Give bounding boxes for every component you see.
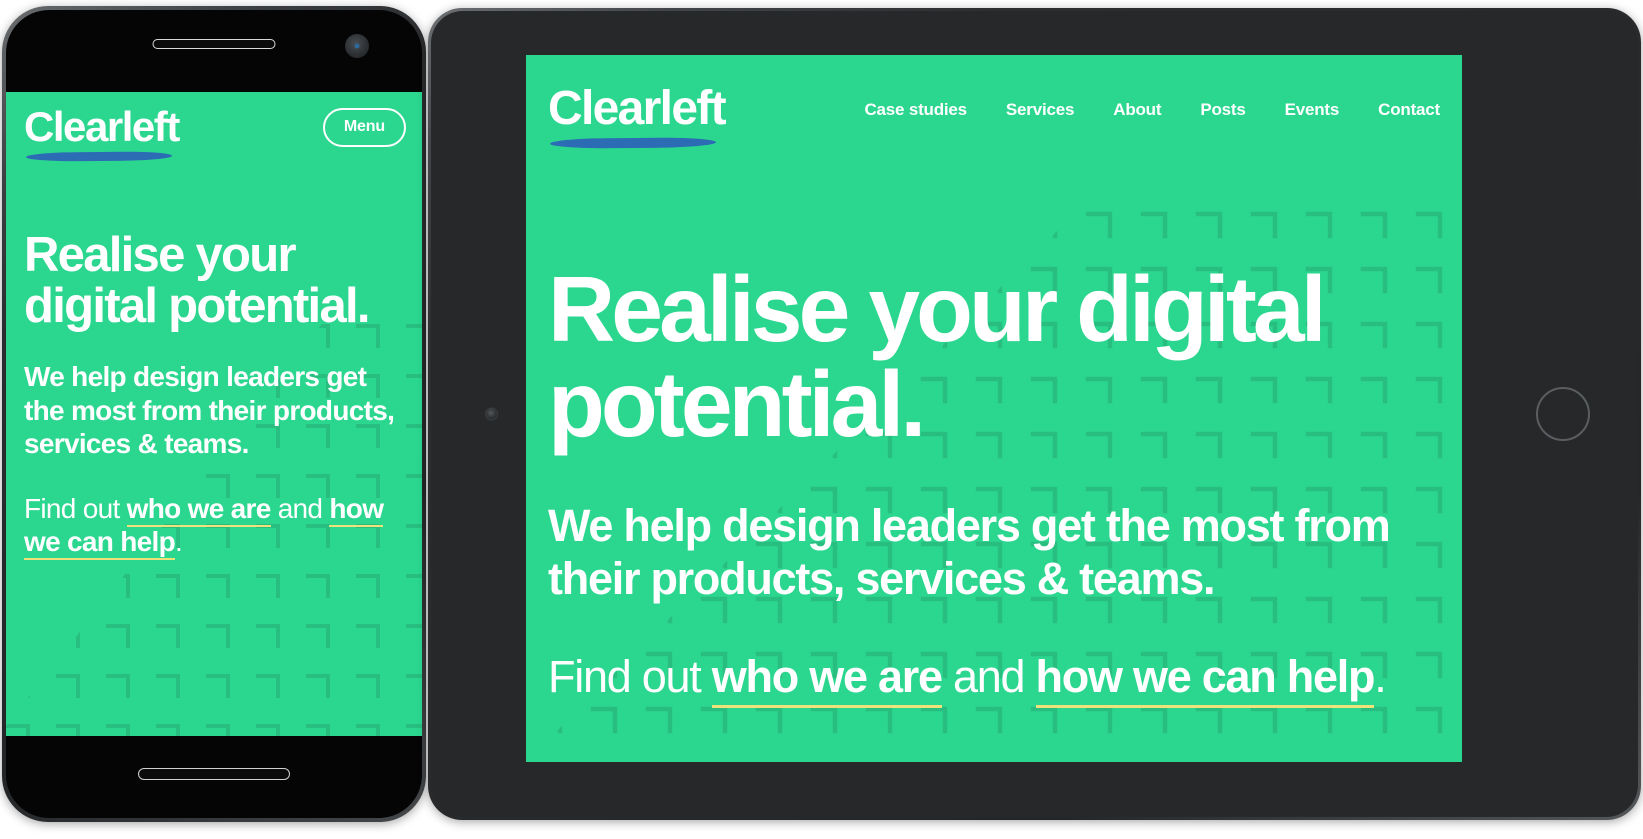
phone-device-frame: Clearleft Menu Realise your digital pote… [2,6,426,822]
phone-page: Clearleft Menu Realise your digital pote… [6,92,422,736]
logo-brush-underline [549,137,717,149]
link-how-we-can-help[interactable]: how we can help [1035,650,1375,708]
responsive-mockup-stage: Clearleft Menu Realise your digital pote… [0,0,1643,839]
link-who-we-are[interactable]: who we are [126,492,271,527]
front-camera-icon [345,34,369,58]
nav-item-contact[interactable]: Contact [1378,101,1440,118]
nav-item-services[interactable]: Services [1006,101,1075,118]
nav-item-posts[interactable]: Posts [1200,101,1245,118]
phone-screen: Clearleft Menu Realise your digital pote… [6,92,422,736]
tablet-bezel: Clearleft Case studies Services About Po… [431,11,1638,817]
phone-site-header: Clearleft Menu [24,103,406,162]
find-out-middle: and [270,492,330,524]
phone-bezel: Clearleft Menu Realise your digital pote… [6,10,422,818]
menu-button[interactable]: Menu [322,107,406,147]
nav-item-about[interactable]: About [1113,101,1161,118]
find-out-middle: and [941,650,1036,702]
tablet-screen: Clearleft Case studies Services About Po… [526,55,1462,762]
hero-lede: We help design leaders get the most from… [24,361,395,460]
nav-item-case-studies[interactable]: Case studies [864,101,967,118]
site-logo[interactable]: Clearleft [24,103,180,162]
find-out-suffix: . [1374,650,1387,702]
tablet-hero: Realise your digital potential. We help … [548,257,1432,708]
phone-home-bar [138,768,290,780]
tablet-page: Clearleft Case studies Services About Po… [526,55,1462,762]
page-title: Realise your digital potential. [548,257,1327,456]
link-who-we-are[interactable]: who we are [711,650,943,708]
phone-hero: Realise your digital potential. We help … [24,228,404,561]
site-logo-text: Clearleft [24,103,180,150]
tablet-home-button[interactable] [1536,387,1590,441]
site-logo-text: Clearleft [548,82,727,135]
page-title: Realise your digital potential. [24,228,371,334]
site-logo[interactable]: Clearleft [548,82,727,149]
find-out-prefix: Find out [548,650,712,702]
find-out-suffix: . [175,526,183,558]
logo-brush-underline [25,151,172,162]
hero-find-out: Find out who we are and how we can help. [548,650,1432,708]
nav-item-events[interactable]: Events [1285,101,1340,118]
tablet-device-frame: Clearleft Case studies Services About Po… [428,8,1641,820]
primary-navigation: Case studies Services About Posts Events… [864,101,1444,118]
hero-lede: We help design leaders get the most from… [548,499,1391,605]
tablet-site-header: Clearleft Case studies Services About Po… [548,82,1444,149]
hero-find-out: Find out who we are and how we can help. [24,492,404,561]
tablet-front-camera-icon [485,407,498,421]
phone-earpiece-speaker [152,39,276,49]
find-out-prefix: Find out [24,492,127,524]
